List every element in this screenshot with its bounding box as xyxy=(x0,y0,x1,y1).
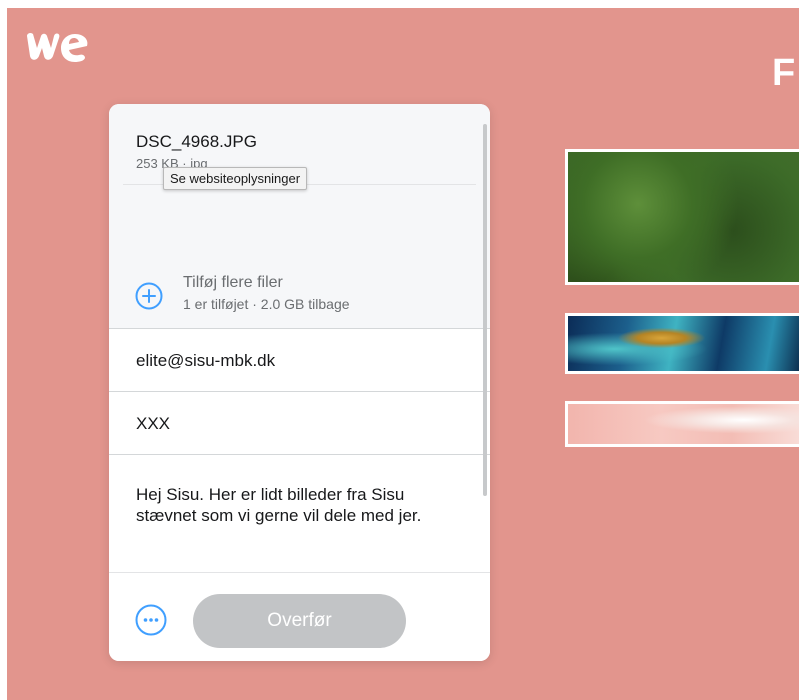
wetransfer-logo[interactable] xyxy=(25,30,89,64)
add-files-title: Tilføj flere filer xyxy=(183,274,283,291)
site-info-tooltip: Se websiteoplysninger xyxy=(163,167,308,190)
divider xyxy=(109,391,490,392)
divider xyxy=(109,328,490,329)
more-options-icon[interactable] xyxy=(135,604,167,636)
transfer-panel: DSC_4968.JPG 253 KB · jpg Se websiteoply… xyxy=(109,104,490,661)
background-image-marble xyxy=(565,313,799,374)
message-field[interactable]: Hej Sisu. Her er lidt billeder fra Sisu … xyxy=(136,484,456,526)
headline-fragment: F xyxy=(772,52,797,94)
divider xyxy=(109,454,490,455)
scrollbar[interactable] xyxy=(483,124,487,496)
transfer-button[interactable]: Overfør xyxy=(193,594,406,648)
background-image-moss xyxy=(565,149,799,285)
add-files-button[interactable]: Tilføj flere filer 1 er tilføjet · 2.0 G… xyxy=(135,274,435,318)
title-field[interactable] xyxy=(136,412,466,436)
add-files-subtitle: 1 er tilføjet · 2.0 GB tilbage xyxy=(183,296,350,312)
file-name: DSC_4968.JPG xyxy=(136,132,257,151)
panel-footer: Overfør xyxy=(109,572,490,661)
background-image-petals xyxy=(565,401,799,447)
plus-circle-icon xyxy=(135,282,163,310)
email-field[interactable] xyxy=(136,349,466,373)
background: F DSC_4968.JPG 253 KB · jpg Se websiteop… xyxy=(7,8,799,700)
file-list-area: DSC_4968.JPG 253 KB · jpg Se websiteoply… xyxy=(109,104,490,328)
